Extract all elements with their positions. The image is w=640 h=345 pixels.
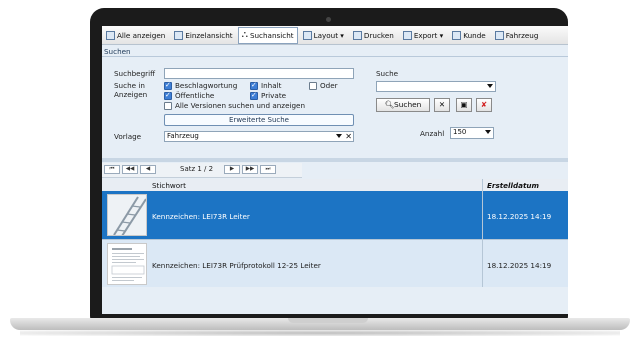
vehicle-icon [494, 30, 504, 40]
laptop-shadow [20, 330, 620, 336]
print-button[interactable]: Drucken [349, 27, 398, 44]
suche-label: Suche [376, 69, 399, 78]
save-button[interactable]: ▣ [456, 98, 472, 112]
first-page-button[interactable]: ⏮ [104, 165, 120, 174]
vorlage-value: Fahrzeug [167, 132, 199, 140]
suchbegriff-label: Suchbegriff [114, 69, 156, 78]
erweiterte-suche-button[interactable]: Erweiterte Suche [164, 114, 354, 126]
vehicle-button[interactable]: Fahrzeug [491, 27, 543, 44]
delete-button[interactable]: ✘ [476, 98, 492, 112]
single-view-icon [174, 30, 184, 40]
camera-icon [326, 17, 331, 22]
single-view-label: Einzelansicht [185, 30, 233, 40]
private-label: Private [261, 91, 287, 100]
save-icon: ▣ [460, 100, 468, 109]
chevron-down-icon [485, 130, 491, 134]
customer-icon [452, 30, 462, 40]
beschlagwortung-checkbox[interactable] [164, 81, 172, 90]
vehicle-label: Fahrzeug [505, 30, 539, 40]
oeffentliche-checkbox[interactable] [164, 91, 172, 100]
col-stichwort-header[interactable]: Stichwort [152, 181, 186, 190]
printer-icon [352, 30, 362, 40]
search-view-button[interactable]: ⛬ Suchansicht [237, 26, 298, 44]
chevron-down-icon [487, 84, 493, 88]
beschlagwortung-label: Beschlagwortung [175, 81, 238, 90]
magnifier-icon: 🔍︎ [384, 100, 395, 109]
export-label: Export ▾ [413, 30, 444, 40]
vorlage-label: Vorlage [114, 132, 142, 141]
anzahl-select[interactable]: 150 [450, 127, 494, 139]
suchen-label: Suchen [394, 100, 422, 109]
next-button[interactable]: ▶ [224, 165, 240, 174]
last-page-button[interactable]: ⏭ [260, 165, 276, 174]
row-erstelldatum: 18.12.2025 14:19 [487, 212, 552, 221]
alle-versionen-checkbox[interactable] [164, 102, 172, 110]
oder-checkbox[interactable] [309, 82, 317, 90]
export-icon [402, 30, 412, 40]
panel-divider [102, 158, 568, 162]
delete-icon: ✘ [480, 100, 488, 109]
ladder-thumbnail [107, 194, 147, 236]
record-counter: Satz 1 / 2 [180, 165, 214, 173]
customer-button[interactable]: Kunde [448, 27, 489, 44]
list-footer [102, 287, 568, 314]
search-view-label: Suchansicht [249, 30, 294, 40]
row-stichwort: Kennzeichen: LEI73R Prüfprotokoll 12-25 … [152, 261, 321, 270]
inhalt-label: Inhalt [261, 81, 282, 90]
close-icon: ✕ [438, 100, 446, 109]
prev-block-button[interactable]: ◀◀ [122, 165, 138, 174]
document-thumbnail [107, 243, 147, 285]
clear-search-button[interactable]: ✕ [434, 98, 450, 112]
inhalt-checkbox[interactable] [250, 81, 258, 90]
anzeigen-label: Anzeigen [114, 90, 148, 99]
customer-label: Kunde [463, 30, 486, 40]
print-label: Drucken [363, 30, 394, 40]
private-checkbox[interactable] [250, 91, 258, 100]
layout-label: Layout ▾ [313, 30, 344, 40]
search-panel-title: Suchen [104, 47, 131, 56]
row-stichwort: Kennzeichen: LEI73R Leiter [152, 212, 250, 221]
table-row[interactable]: Kennzeichen: LEI73R Prüfprotokoll 12-25 … [102, 239, 568, 288]
chevron-down-icon [336, 134, 342, 138]
suchen-button[interactable]: 🔍︎Suchen [376, 98, 430, 112]
anzahl-label: Anzahl [420, 129, 445, 138]
layout-menu-button[interactable]: Layout ▾ [299, 27, 348, 44]
single-view-button[interactable]: Einzelansicht [170, 27, 236, 44]
suche-select[interactable] [376, 81, 496, 92]
table-row[interactable]: Kennzeichen: LEI73R Leiter 18.12.2025 14… [102, 191, 568, 239]
next-block-button[interactable]: ▶▶ [242, 165, 258, 174]
section-divider [102, 56, 568, 57]
col-erstelldatum-header[interactable]: Erstelldatum [487, 181, 539, 190]
row-erstelldatum: 18.12.2025 14:19 [487, 261, 552, 270]
show-all-button[interactable]: Alle anzeigen [102, 27, 169, 44]
column-separator [482, 179, 483, 287]
anzahl-value: 150 [453, 128, 467, 136]
list-icon [106, 30, 115, 40]
layout-icon [302, 30, 312, 40]
binoculars-icon: ⛬ [241, 29, 248, 40]
ladder-image [108, 195, 146, 235]
document-image [108, 244, 146, 284]
prev-button[interactable]: ◀ [140, 165, 156, 174]
record-navigation: ⏮ ◀◀ ◀ Satz 1 / 2 ▶ ▶▶ ⏭ [102, 163, 302, 178]
suche-in-label: Suche in [114, 81, 145, 90]
clear-icon[interactable]: ✕ [345, 132, 352, 141]
show-all-label: Alle anzeigen [117, 30, 166, 40]
export-menu-button[interactable]: Export ▾ [399, 27, 447, 44]
main-toolbar: Alle anzeigen Einzelansicht ⛬ Suchansich… [102, 26, 568, 45]
vorlage-select[interactable]: Fahrzeug ✕ [164, 131, 354, 142]
app-window: Alle anzeigen Einzelansicht ⛬ Suchansich… [102, 26, 568, 314]
oder-label: Oder [320, 81, 338, 90]
suchbegriff-input[interactable] [164, 68, 354, 79]
laptop-notch [288, 318, 368, 323]
oeffentliche-label: Öffentliche [175, 91, 215, 100]
alle-versionen-label: Alle Versionen suchen und anzeigen [175, 101, 306, 110]
